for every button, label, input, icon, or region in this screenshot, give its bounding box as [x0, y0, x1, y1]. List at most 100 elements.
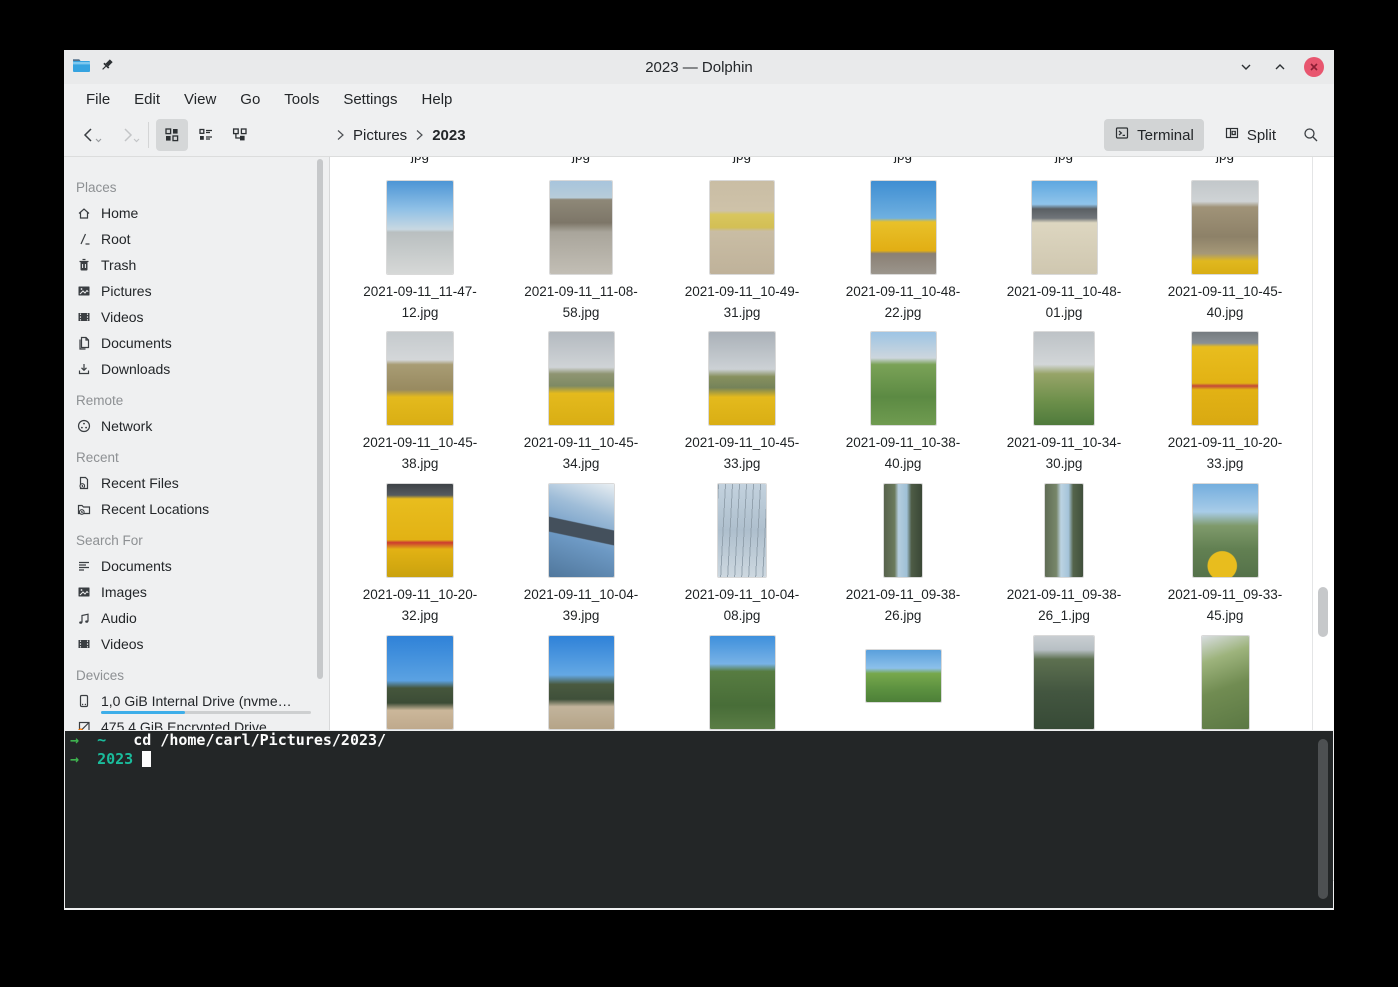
search-icon[interactable]: [1296, 120, 1326, 150]
file-thumbnail[interactable]: [550, 181, 612, 274]
file-thumbnail[interactable]: [1032, 181, 1097, 274]
file-item-2021-09-11-10-45-34-jpg[interactable]: 2021-09-11_10-45-34.jpg: [501, 332, 661, 474]
breadcrumb-item-pictures[interactable]: Pictures: [351, 125, 409, 146]
file-thumbnail[interactable]: [549, 484, 614, 577]
sidebar-item-videos[interactable]: Videos: [64, 304, 329, 330]
file-item-2021-09-11-10-45-33-jpg[interactable]: 2021-09-11_10-45-33.jpg: [662, 332, 822, 474]
file-item[interactable]: [662, 636, 822, 729]
file-thumbnail[interactable]: [871, 181, 936, 274]
file-item-2021-09-11-10-49-31-jpg[interactable]: 2021-09-11_10-49-31.jpg: [662, 181, 822, 323]
terminal-text: [133, 750, 142, 768]
file-thumbnail[interactable]: [710, 181, 774, 274]
file-item[interactable]: [984, 636, 1144, 729]
menu-view[interactable]: View: [174, 88, 226, 111]
file-thumbnail[interactable]: [710, 636, 775, 729]
file-item-2021-09-11-10-45-38-jpg[interactable]: 2021-09-11_10-45-38.jpg: [340, 332, 500, 474]
sidebar-item-home[interactable]: Home: [64, 200, 329, 226]
maximize-icon[interactable]: [1270, 57, 1290, 77]
file-item-2021-09-11-10-04-39-jpg[interactable]: 2021-09-11_10-04-39.jpg: [501, 484, 661, 626]
menu-go[interactable]: Go: [230, 88, 270, 111]
file-item-2021-09-11-10-48-22-jpg[interactable]: 2021-09-11_10-48-22.jpg: [823, 181, 983, 323]
file-item-2021-09-11-11-08-58-jpg[interactable]: 2021-09-11_11-08-58.jpg: [501, 181, 661, 323]
menu-file[interactable]: File: [76, 88, 120, 111]
file-item[interactable]: [501, 636, 661, 729]
file-item[interactable]: [340, 636, 500, 729]
breadcrumb-item-2023[interactable]: 2023: [430, 125, 467, 146]
tree-view-button[interactable]: [224, 119, 256, 151]
sidebar-item-images[interactable]: Images: [64, 579, 329, 605]
file-item-2021-09-11-10-38-40-jpg[interactable]: 2021-09-11_10-38-40.jpg: [823, 332, 983, 474]
file-item-2021-09-11-10-20-32-jpg[interactable]: 2021-09-11_10-20-32.jpg: [340, 484, 500, 626]
file-view-scrollbar[interactable]: [1312, 157, 1334, 730]
file-item-2021-09-11-10-04-08-jpg[interactable]: 2021-09-11_10-04-08.jpg: [662, 484, 822, 626]
sidebar-item-videos[interactable]: Videos: [64, 631, 329, 657]
sidebar-item-documents[interactable]: Documents: [64, 553, 329, 579]
file-thumbnail[interactable]: [1034, 636, 1094, 729]
file-thumbnail[interactable]: [1192, 332, 1258, 425]
file-view[interactable]: jpgjpgjpgjpgjpgjpg2021-09-11_11-47-12.jp…: [330, 157, 1312, 730]
close-icon[interactable]: [1304, 57, 1324, 77]
file-thumbnail[interactable]: [549, 332, 614, 425]
sidebar-item-network[interactable]: Network: [64, 413, 329, 439]
minimize-icon[interactable]: [1236, 57, 1256, 77]
file-thumbnail[interactable]: [387, 181, 453, 274]
compact-view-button[interactable]: [190, 119, 222, 151]
sidebar-item-pictures[interactable]: Pictures: [64, 278, 329, 304]
titlebar[interactable]: 2023 — Dolphin: [64, 50, 1334, 84]
file-item-2021-09-11-11-47-12-jpg[interactable]: 2021-09-11_11-47-12.jpg: [340, 181, 500, 323]
file-item-2021-09-11-09-38-26-1-jpg[interactable]: 2021-09-11_09-38-26_1.jpg: [984, 484, 1144, 626]
sidebar-item-recent-locations[interactable]: Recent Locations: [64, 496, 329, 522]
file-thumbnail[interactable]: [387, 332, 453, 425]
file-thumbnail[interactable]: [866, 650, 941, 702]
file-label: 2021-09-11_09-38-26.jpg: [846, 584, 961, 626]
terminal-toggle-button[interactable]: Terminal: [1104, 119, 1204, 151]
forward-button[interactable]: [112, 120, 142, 150]
file-view-scrollbar-thumb[interactable]: [1318, 587, 1328, 637]
file-item-2021-09-11-10-45-40-jpg[interactable]: 2021-09-11_10-45-40.jpg: [1145, 181, 1305, 323]
menu-help[interactable]: Help: [412, 88, 463, 111]
sidebar-item-downloads[interactable]: Downloads: [64, 356, 329, 382]
sidebar-item-1-0-gib-internal-drive-nvme[interactable]: 1,0 GiB Internal Drive (nvme…: [64, 688, 329, 714]
file-thumbnail[interactable]: [387, 484, 453, 577]
file-item-2021-09-11-10-48-01-jpg[interactable]: 2021-09-11_10-48-01.jpg: [984, 181, 1144, 323]
sidebar-item-documents[interactable]: Documents: [64, 330, 329, 356]
split-button[interactable]: Split: [1214, 119, 1286, 151]
icons-view-button[interactable]: [156, 119, 188, 151]
file-label: 2021-09-11_10-34-30.jpg: [1007, 432, 1122, 474]
file-item[interactable]: [823, 650, 983, 702]
file-thumbnail[interactable]: [549, 636, 614, 729]
sidebar-item-recent-files[interactable]: Recent Files: [64, 470, 329, 496]
file-label: 2021-09-11_10-45-40.jpg: [1168, 281, 1283, 323]
file-thumbnail[interactable]: [871, 332, 936, 425]
file-thumbnail[interactable]: [718, 484, 766, 577]
file-item-2021-09-11-10-34-30-jpg[interactable]: 2021-09-11_10-34-30.jpg: [984, 332, 1144, 474]
root-icon: [76, 231, 92, 247]
terminal-scrollbar[interactable]: [1318, 739, 1328, 899]
menu-edit[interactable]: Edit: [124, 88, 170, 111]
file-thumbnail[interactable]: [1202, 636, 1249, 729]
file-label: 2021-09-11_10-45-38.jpg: [363, 432, 478, 474]
file-thumbnail[interactable]: [884, 484, 922, 577]
file-label: 2021-09-11_10-20-32.jpg: [363, 584, 478, 626]
sidebar-item-trash[interactable]: Trash: [64, 252, 329, 278]
file-item[interactable]: [1145, 636, 1305, 729]
file-thumbnail[interactable]: [1193, 484, 1258, 577]
file-thumbnail[interactable]: [387, 636, 453, 729]
menubar: FileEditViewGoToolsSettingsHelp: [64, 84, 1334, 114]
file-item-2021-09-11-09-38-26-jpg[interactable]: 2021-09-11_09-38-26.jpg: [823, 484, 983, 626]
file-thumbnail[interactable]: [1045, 484, 1083, 577]
sidebar-item-475-4-gib-encrypted-drive[interactable]: 475.4 GiB Encrypted Drive: [64, 714, 329, 730]
file-item-2021-09-11-09-33-45-jpg[interactable]: 2021-09-11_09-33-45.jpg: [1145, 484, 1305, 626]
menu-tools[interactable]: Tools: [274, 88, 329, 111]
file-item-2021-09-11-10-20-33-jpg[interactable]: 2021-09-11_10-20-33.jpg: [1145, 332, 1305, 474]
terminal-panel[interactable]: → ~ cd /home/carl/Pictures/2023/→ 2023: [65, 731, 1333, 908]
file-thumbnail[interactable]: [709, 332, 775, 425]
file-thumbnail[interactable]: [1034, 332, 1094, 425]
menu-settings[interactable]: Settings: [333, 88, 407, 111]
drive-icon: [76, 693, 92, 709]
sidebar-item-root[interactable]: Root: [64, 226, 329, 252]
file-thumbnail[interactable]: [1192, 181, 1258, 274]
sidebar-item-audio[interactable]: Audio: [64, 605, 329, 631]
downloads-icon: [76, 361, 92, 377]
back-button[interactable]: [74, 120, 104, 150]
